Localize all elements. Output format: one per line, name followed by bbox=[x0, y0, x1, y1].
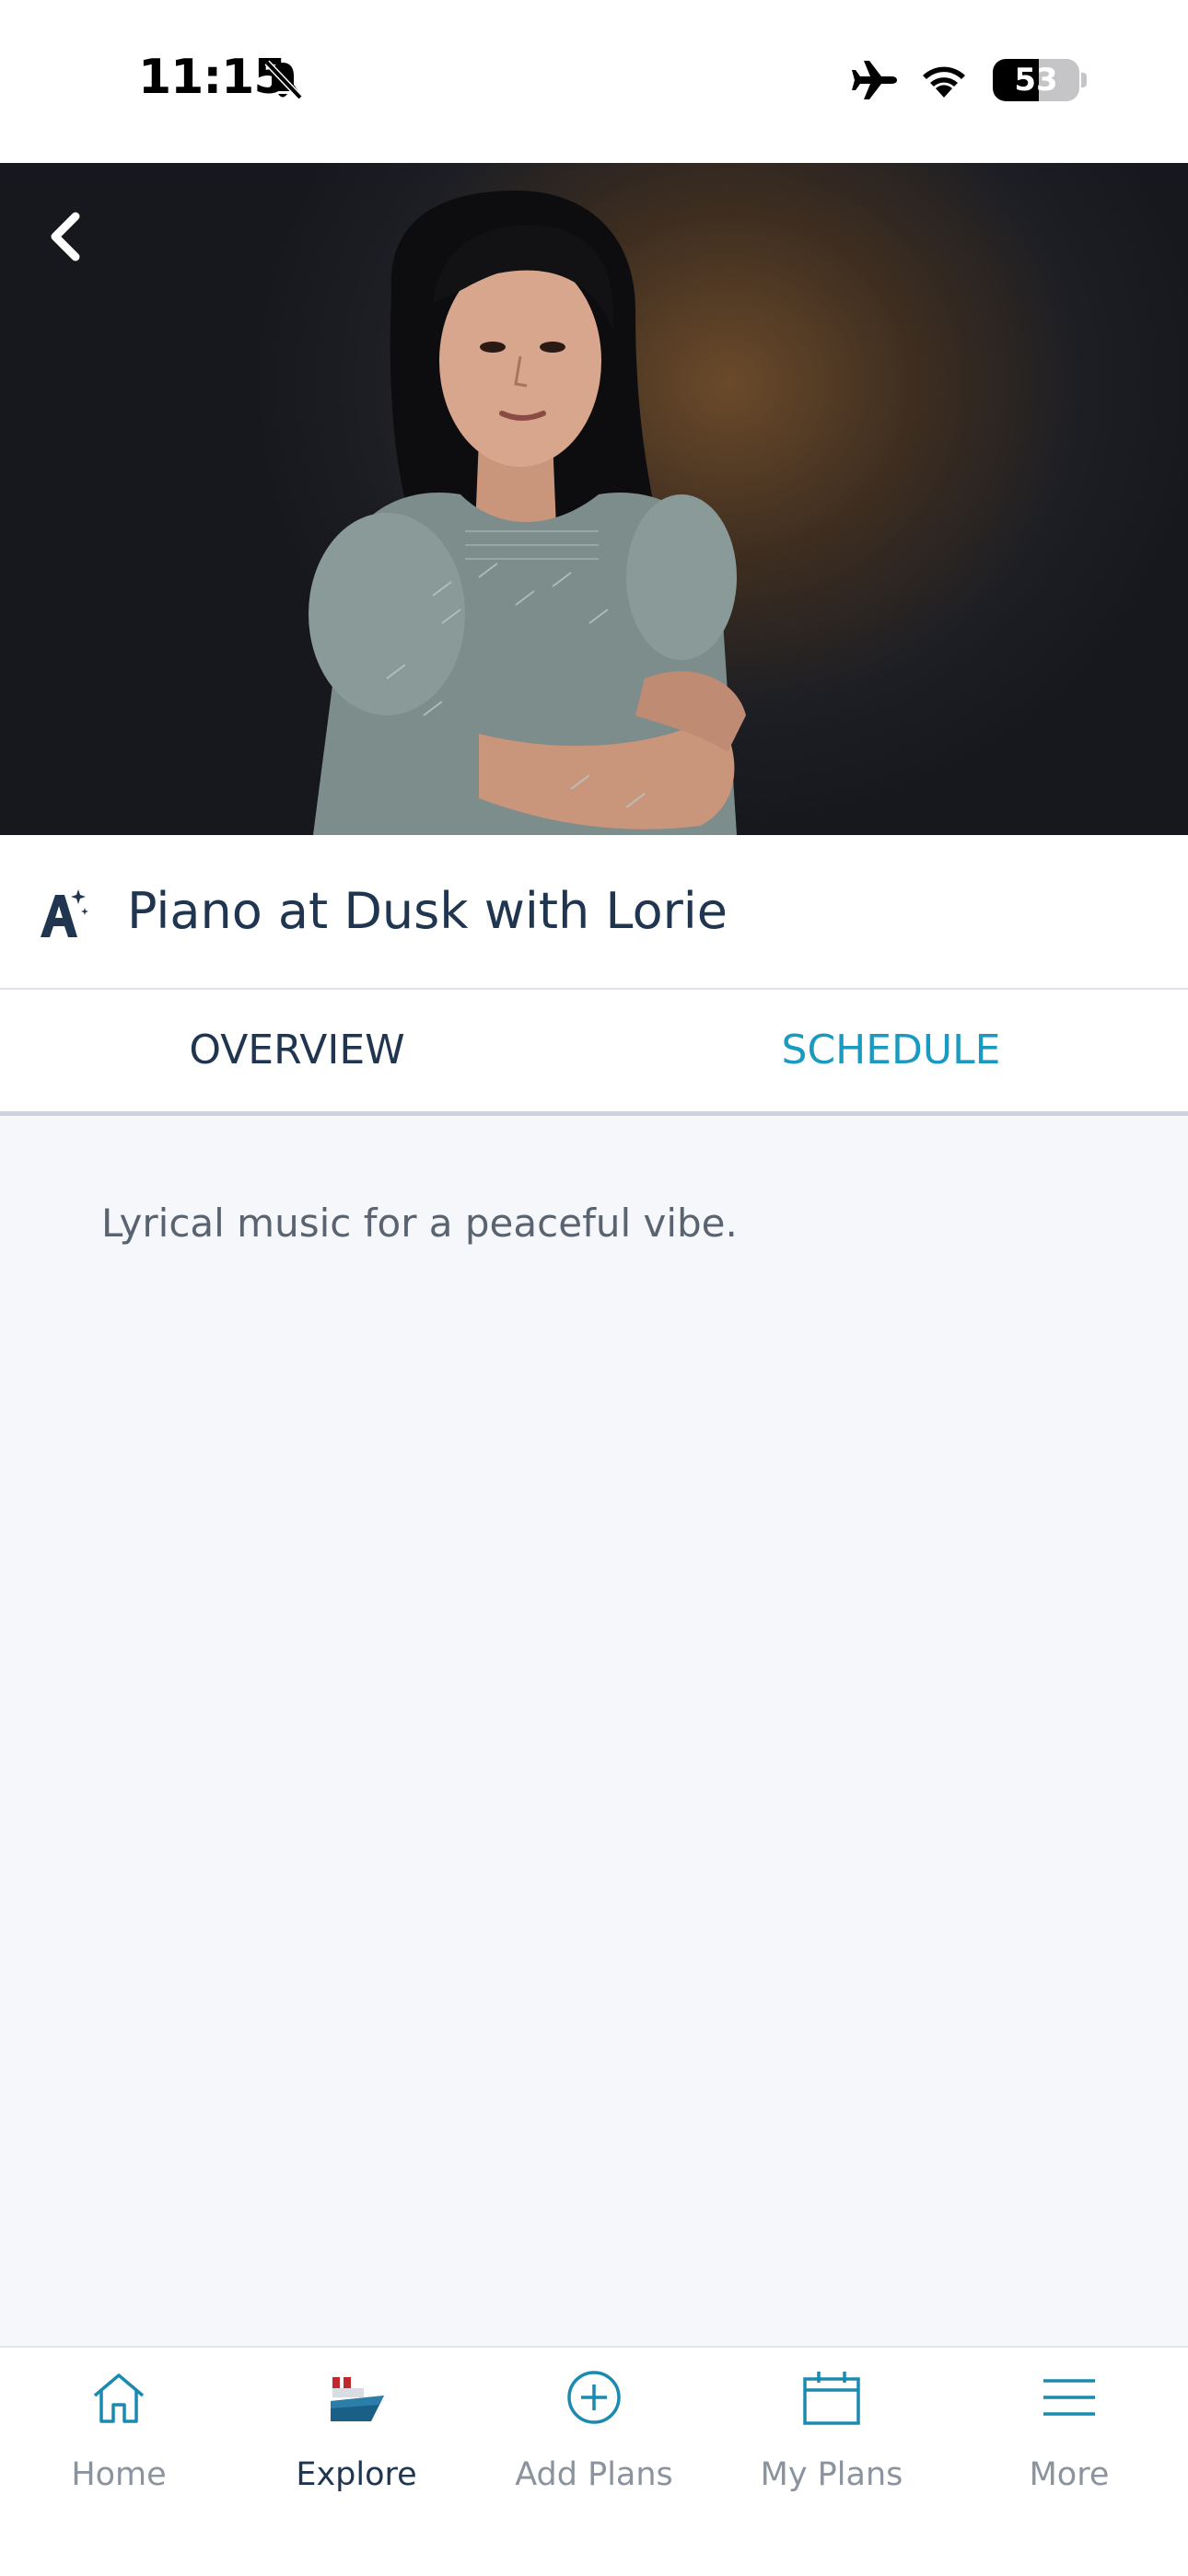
battery-icon: 53 bbox=[993, 59, 1079, 101]
tab-schedule[interactable]: SCHEDULE bbox=[594, 990, 1188, 1111]
nav-home[interactable]: Home bbox=[0, 2348, 238, 2576]
calendar-icon bbox=[803, 2372, 860, 2425]
entertainment-star-icon bbox=[41, 889, 88, 937]
hero-image bbox=[0, 163, 1188, 835]
nav-add-plans-label: Add Plans bbox=[515, 2456, 673, 2493]
back-button[interactable] bbox=[28, 200, 101, 273]
event-title-row: Piano at Dusk with Lorie bbox=[0, 835, 1188, 990]
plus-circle-icon bbox=[567, 2371, 621, 2424]
tab-overview[interactable]: OVERVIEW bbox=[0, 990, 594, 1111]
event-title: Piano at Dusk with Lorie bbox=[127, 882, 728, 940]
chevron-left-icon bbox=[51, 212, 80, 261]
house-icon bbox=[93, 2373, 145, 2423]
nav-my-plans-label: My Plans bbox=[760, 2456, 903, 2493]
ship-icon bbox=[331, 2377, 384, 2421]
menu-icon bbox=[1043, 2379, 1095, 2416]
nav-explore-label: Explore bbox=[296, 2456, 417, 2493]
portrait-photo bbox=[309, 191, 746, 835]
battery-tip bbox=[1081, 73, 1087, 87]
bottom-navigation: Home Explore Add Plans My Plans More bbox=[0, 2346, 1188, 2576]
airplane-icon bbox=[852, 61, 897, 99]
bell-slash-icon bbox=[264, 60, 303, 100]
nav-add-plans[interactable]: Add Plans bbox=[475, 2348, 713, 2576]
battery-level: 53 bbox=[1014, 62, 1058, 99]
wifi-icon bbox=[923, 66, 965, 98]
nav-more-label: More bbox=[1029, 2456, 1110, 2493]
nav-explore[interactable]: Explore bbox=[238, 2348, 475, 2576]
tab-bar: OVERVIEW SCHEDULE bbox=[0, 990, 1188, 1116]
nav-more[interactable]: More bbox=[950, 2348, 1188, 2576]
nav-home-label: Home bbox=[71, 2456, 167, 2493]
event-description: Lyrical music for a peaceful vibe. bbox=[101, 1201, 738, 1246]
status-bar: 11:15 53 bbox=[0, 0, 1188, 163]
nav-my-plans[interactable]: My Plans bbox=[713, 2348, 950, 2576]
